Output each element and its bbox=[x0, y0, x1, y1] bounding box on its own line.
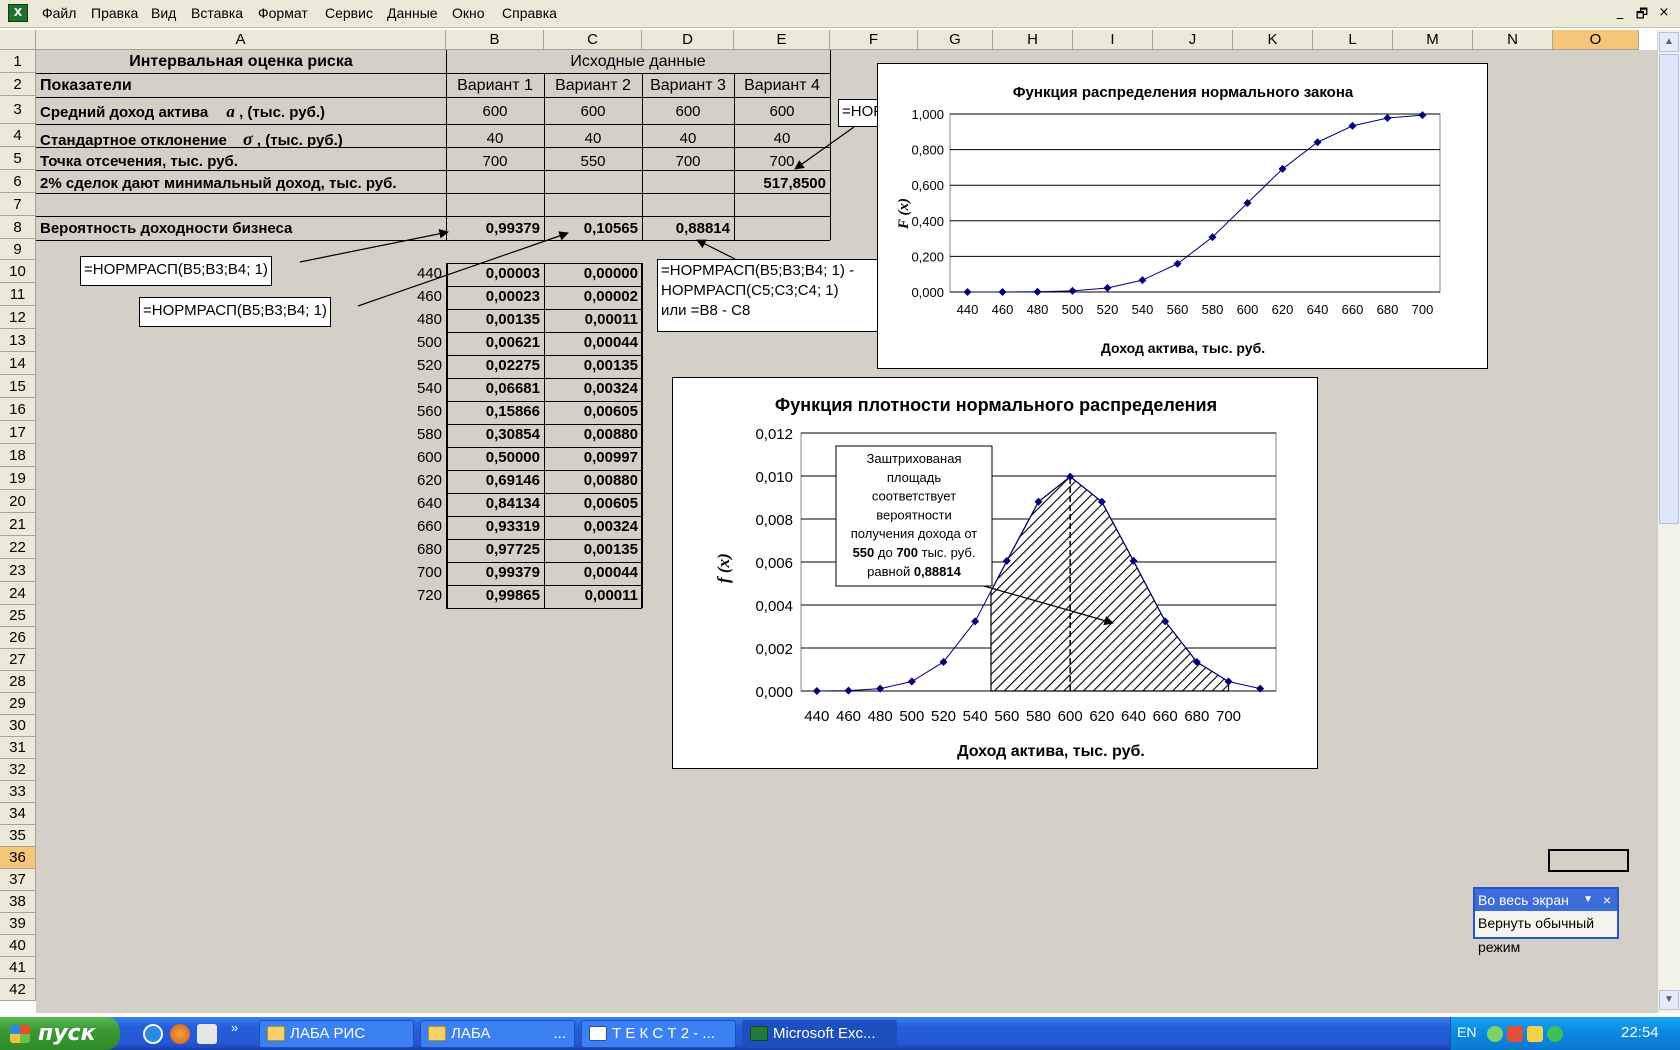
shield-icon[interactable] bbox=[1527, 1026, 1543, 1042]
taskbar-button-folder[interactable]: ЛАБА РИС bbox=[259, 1020, 414, 1048]
ie-icon[interactable] bbox=[143, 1024, 163, 1044]
taskbar: пуск » ЛАБА РИС ЛАБА... Т Е К С Т 2 - ..… bbox=[0, 1017, 1680, 1050]
start-label: пуск bbox=[38, 1021, 96, 1046]
taskbar-button-label: ЛАБА bbox=[451, 1025, 491, 1042]
taskbar-button-excel[interactable]: Microsoft Exc... bbox=[742, 1020, 897, 1048]
scroll-down-button[interactable]: ▼ bbox=[1659, 990, 1679, 1010]
fullscreen-toolbar-title[interactable]: Во весь экран ▼ × bbox=[1475, 889, 1617, 911]
taskbar-button-word[interactable]: Т Е К С Т 2 - ... bbox=[581, 1020, 736, 1048]
scroll-thumb[interactable] bbox=[1659, 54, 1679, 524]
fullscreen-toolbar: Во весь экран ▼ × Вернуть обычный режим bbox=[1473, 887, 1619, 955]
quicklaunch-chevron-icon[interactable]: » bbox=[231, 1020, 238, 1035]
start-button[interactable]: пуск bbox=[0, 1017, 120, 1050]
active-cell-cursor[interactable] bbox=[1548, 849, 1629, 872]
word-doc-icon bbox=[589, 1026, 607, 1041]
vertical-scrollbar[interactable]: ▲ ▼ bbox=[1657, 30, 1680, 1013]
folder-icon bbox=[267, 1026, 285, 1041]
taskbar-button-label: Microsoft Exc... bbox=[773, 1025, 876, 1042]
excel-icon bbox=[750, 1026, 768, 1041]
toolbar-options-icon[interactable]: ▼ bbox=[1583, 889, 1593, 911]
firefox-icon[interactable] bbox=[170, 1024, 190, 1044]
taskbar-button-label: Т Е К С Т 2 - ... bbox=[612, 1025, 715, 1042]
fullscreen-title-text: Во весь экран bbox=[1478, 892, 1569, 908]
language-indicator[interactable]: EN bbox=[1457, 1024, 1476, 1040]
antivirus-icon[interactable] bbox=[1547, 1026, 1563, 1042]
windows-flag-icon bbox=[10, 1025, 30, 1043]
clock: 22:54 bbox=[1621, 1024, 1659, 1041]
taskbar-button-folder[interactable]: ЛАБА... bbox=[420, 1020, 575, 1048]
callout-arrows bbox=[299, 126, 855, 307]
show-desktop-icon[interactable] bbox=[197, 1024, 217, 1044]
folder-icon bbox=[428, 1026, 446, 1041]
arrow-difference bbox=[696, 239, 736, 260]
arrow-normrasp-1 bbox=[299, 229, 449, 263]
arrow-normobr bbox=[794, 126, 855, 170]
close-fullscreen-button[interactable]: Вернуть обычный режим bbox=[1475, 911, 1617, 959]
network-icon[interactable] bbox=[1487, 1026, 1503, 1042]
scroll-up-button[interactable]: ▲ bbox=[1659, 32, 1679, 52]
system-tray: EN 22:54 bbox=[1450, 1017, 1680, 1050]
taskbar-button-label: ЛАБА РИС bbox=[290, 1025, 366, 1042]
security-icon[interactable] bbox=[1507, 1026, 1523, 1042]
toolbar-close-icon[interactable]: × bbox=[1603, 889, 1611, 911]
